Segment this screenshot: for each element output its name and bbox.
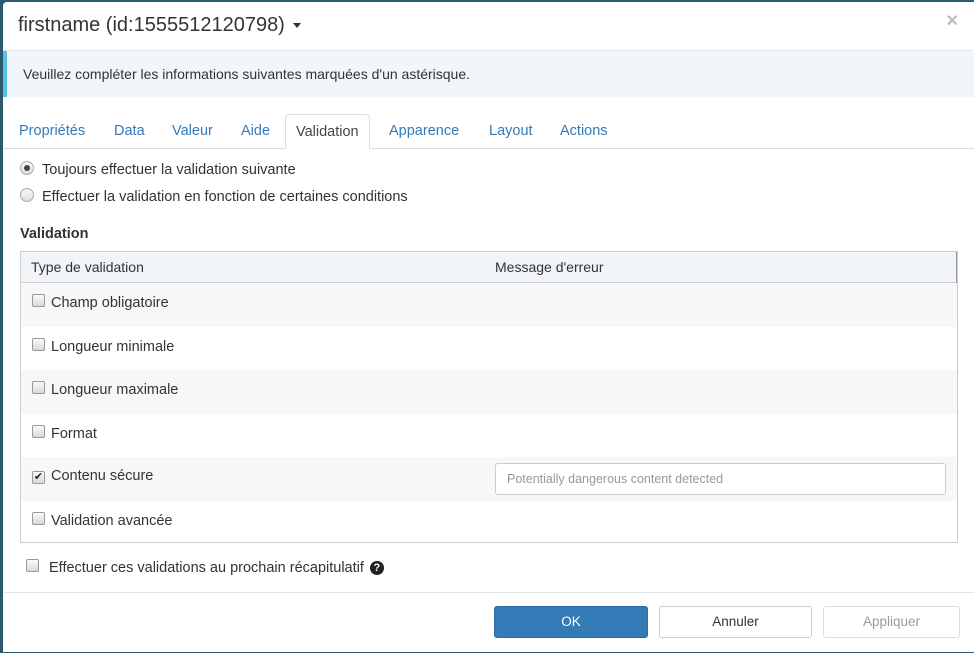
row-label: Contenu sécure (51, 468, 154, 484)
row-label: Champ obligatoire (51, 295, 169, 311)
field-title-dropdown[interactable]: firstname (id:1555512120798) (18, 14, 301, 37)
tab-data[interactable]: Data (114, 114, 145, 148)
table-header: Type de validation Message d'erreur (21, 252, 957, 284)
dialog-header: firstname (id:1555512120798) × (3, 2, 974, 51)
tab-layout[interactable]: Layout (489, 114, 533, 148)
checkbox[interactable] (32, 381, 45, 394)
tab-aide[interactable]: Aide (241, 114, 270, 148)
radio-always-validate[interactable]: Toujours effectuer la validation suivant… (20, 161, 296, 178)
apply-button[interactable]: Appliquer (823, 606, 960, 638)
ok-button[interactable]: OK (494, 606, 648, 638)
row-checkbox-longueur-minimale[interactable]: Longueur minimale (32, 337, 175, 355)
table-row: Format (21, 414, 957, 458)
checkbox[interactable] (32, 424, 45, 438)
summary-check-label: Effectuer ces validations au prochain ré… (49, 560, 364, 576)
table-row: Longueur maximale (21, 370, 957, 414)
close-icon[interactable]: × (946, 10, 958, 33)
row-checkbox-contenu-secure[interactable]: ✔ Contenu sécure (32, 468, 153, 484)
dialog-footer: OK Annuler Appliquer (3, 592, 974, 653)
validation-dialog: firstname (id:1555512120798) × Veuillez … (3, 2, 974, 652)
row-checkbox-longueur-maximale[interactable]: Longueur maximale (32, 381, 178, 398)
tab-actions[interactable]: Actions (560, 114, 608, 148)
radio-button-checked[interactable] (20, 161, 34, 175)
question-circle-icon[interactable]: ? (369, 561, 384, 575)
radio-conditional-validate[interactable]: Effectuer la validation en fonction de c… (20, 188, 408, 205)
tab-validation[interactable]: Validation (285, 114, 370, 149)
checkbox[interactable] (32, 511, 45, 525)
alert-text: Veuillez compléter les informations suiv… (23, 66, 471, 82)
info-alert: Veuillez compléter les informations suiv… (3, 51, 974, 97)
validation-table: Type de validation Message d'erreur Cham… (20, 251, 958, 543)
radio-label: Effectuer la validation en fonction de c… (42, 189, 408, 205)
error-message-input[interactable]: Potentially dangerous content detected (495, 463, 946, 495)
tab-apparence[interactable]: Apparence (389, 114, 459, 148)
row-checkbox-format[interactable]: Format (32, 424, 97, 442)
row-label: Validation avancée (51, 512, 173, 529)
caret-down-icon (292, 23, 301, 29)
tab-valeur[interactable]: Valeur (172, 114, 213, 148)
row-label: Longueur maximale (51, 382, 179, 398)
table-row: ✔ Contenu sécure Potentially dangerous co… (21, 457, 957, 501)
row-checkbox-validation-avancee[interactable]: Validation avancée (32, 511, 173, 529)
dialog-title: firstname (id:1555512120798) (18, 14, 285, 36)
cancel-button[interactable]: Annuler (659, 606, 812, 638)
table-row: Validation avancée (21, 501, 957, 545)
row-label: Format (51, 425, 97, 442)
summary-validation-checkbox[interactable]: Effectuer ces validations au prochain ré… (26, 559, 384, 576)
tab-proprietes[interactable]: Propriétés (19, 114, 85, 148)
tab-bar: Propriétés Data Valeur Aide Validation A… (3, 114, 974, 149)
checkbox-checked[interactable]: ✔ (32, 471, 45, 484)
radio-button[interactable] (20, 188, 34, 202)
checkbox[interactable] (32, 294, 45, 307)
checkbox[interactable] (32, 337, 45, 351)
table-row: Longueur minimale (21, 327, 957, 371)
radio-label: Toujours effectuer la validation suivant… (42, 162, 296, 178)
table-row: Champ obligatoire (21, 283, 957, 327)
column-header-message: Message d'erreur (495, 259, 604, 275)
validation-section-label: Validation (20, 226, 89, 242)
checkbox[interactable] (26, 559, 39, 572)
row-label: Longueur minimale (51, 338, 175, 355)
column-header-type: Type de validation (31, 259, 144, 275)
row-checkbox-champ-obligatoire[interactable]: Champ obligatoire (32, 294, 169, 311)
